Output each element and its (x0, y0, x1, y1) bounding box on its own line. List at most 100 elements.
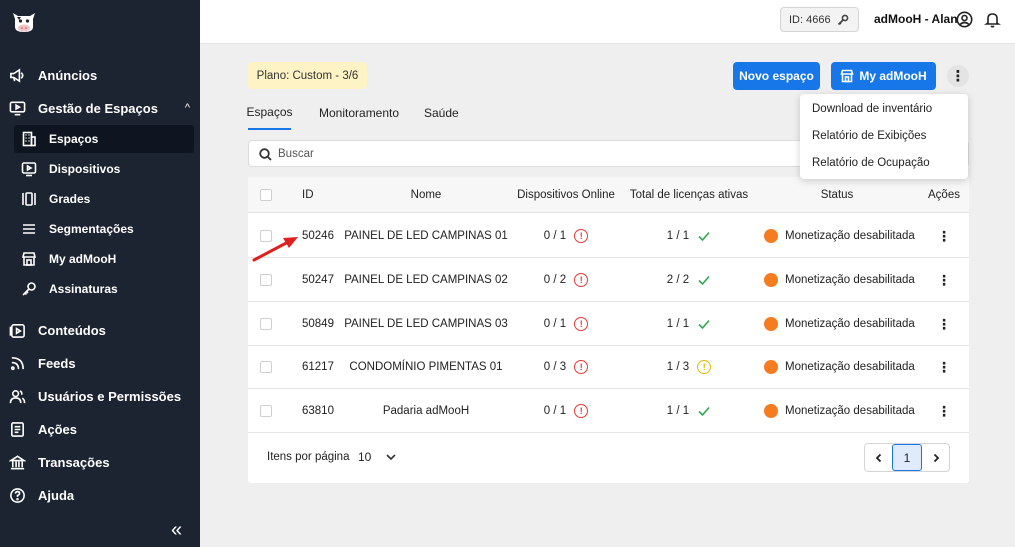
sidebar-subitem-label: My adMooH (49, 252, 117, 266)
sidebar-item-label: Ajuda (38, 487, 75, 503)
menu-item-download-inventario[interactable]: Download de inventário (812, 103, 932, 115)
current-page-button[interactable]: 1 (892, 444, 922, 471)
cell-licencas: 1 / 3! (628, 345, 750, 389)
tab-monitoramento[interactable]: Monitoramento (319, 96, 399, 130)
user-circle-icon[interactable] (956, 11, 973, 28)
menu-item-relatorio-ocupacao[interactable]: Relatório de Ocupação (812, 157, 930, 169)
row-checkbox[interactable] (260, 361, 272, 373)
select-all-checkbox[interactable] (260, 189, 272, 201)
status-dot-icon (764, 404, 778, 418)
cell-status: Monetização desabilitada (764, 214, 915, 258)
row-actions-icon[interactable]: ⋮ (937, 403, 951, 420)
sidebar-item-transacoes[interactable]: Transações (0, 448, 200, 476)
search-input[interactable] (278, 145, 678, 163)
store-icon (21, 251, 37, 267)
monitor-play-icon (8, 99, 26, 117)
column-header-nome[interactable]: Nome (348, 177, 504, 213)
sidebar-subitem-dispositivos[interactable]: Dispositivos (14, 155, 194, 183)
chevron-left-icon (875, 453, 881, 462)
table-row[interactable]: 61217 CONDOMÍNIO PIMENTAS 01 0 / 3! 1 / … (248, 345, 969, 389)
sidebar-subitem-my-admooh[interactable]: My adMooH (14, 245, 194, 273)
check-icon (697, 273, 711, 287)
sidebar-item-acoes[interactable]: Ações (0, 415, 200, 443)
sidebar-subitem-label: Assinaturas (49, 282, 118, 296)
row-checkbox[interactable] (260, 274, 272, 286)
search-icon (259, 148, 272, 161)
column-header-status[interactable]: Status (758, 177, 916, 213)
sidebar-subitem-espacos[interactable]: Espaços (14, 125, 194, 153)
row-actions-icon[interactable]: ⋮ (937, 228, 951, 245)
key-icon (837, 14, 849, 26)
sidebar-subitem-label: Grades (49, 192, 91, 206)
online-count: 0 / 1 (543, 318, 567, 330)
online-count: 0 / 1 (543, 405, 567, 417)
my-admooh-button[interactable]: My adMooH (831, 62, 936, 90)
sidebar-item-ajuda[interactable]: Ajuda (0, 481, 200, 509)
tab-saude[interactable]: Saúde (424, 96, 459, 130)
help-icon (8, 486, 26, 504)
table-row[interactable]: 50247 PAINEL DE LED CAMPINAS 02 0 / 2! 2… (248, 258, 969, 302)
sidebar-item-conteudos[interactable]: Conteúdos (0, 316, 200, 344)
user-name[interactable]: adMooH - Alan (874, 12, 958, 26)
table-row[interactable]: 50246 PAINEL DE LED CAMPINAS 01 0 / 1! 1… (248, 214, 969, 258)
table-row[interactable]: 50849 PAINEL DE LED CAMPINAS 03 0 / 1! 1… (248, 302, 969, 346)
device-icon (21, 161, 37, 177)
cell-licencas: 1 / 1 (628, 389, 750, 433)
alert-circle-icon: ! (574, 273, 589, 287)
alert-circle-icon: ! (574, 229, 589, 243)
megaphone-icon (8, 66, 26, 84)
sidebar-item-gestao-de-espacos[interactable]: Gestão de Espaços ^ (0, 94, 200, 122)
cell-acoes: ⋮ (923, 302, 965, 346)
cell-nome: PAINEL DE LED CAMPINAS 03 (344, 318, 508, 330)
sidebar-subitem-label: Espaços (49, 132, 99, 146)
table-row[interactable]: 63810 Padaria adMooH 0 / 1! 1 / 1 Moneti… (248, 389, 969, 433)
cell-acoes: ⋮ (923, 345, 965, 389)
cell-online: 0 / 1! (514, 302, 618, 346)
cell-status: Monetização desabilitada (764, 389, 915, 433)
row-actions-icon[interactable]: ⋮ (937, 359, 951, 376)
chevron-down-icon (386, 454, 396, 461)
sidebar-item-feeds[interactable]: Feeds (0, 349, 200, 377)
status-dot-icon (764, 360, 778, 374)
bell-icon[interactable] (984, 11, 1001, 28)
menu-item-relatorio-exibicoes[interactable]: Relatório de Exibições (812, 130, 926, 142)
row-actions-icon[interactable]: ⋮ (937, 316, 951, 333)
cell-status: Monetização desabilitada (764, 302, 915, 346)
sidebar-item-anuncios[interactable]: Anúncios (0, 61, 200, 89)
column-header-dispositivos-online[interactable]: Dispositivos Online (514, 177, 618, 213)
column-header-licencas[interactable]: Total de licenças ativas (628, 177, 750, 213)
sidebar-item-label: Gestão de Espaços (38, 100, 158, 116)
next-page-button[interactable] (922, 444, 949, 471)
check-icon (697, 404, 711, 418)
previous-page-button[interactable] (865, 444, 892, 471)
alert-circle-icon: ! (574, 360, 589, 374)
sidebar-item-usuarios[interactable]: Usuários e Permissões (0, 382, 200, 410)
sidebar-subitem-grades[interactable]: Grades (14, 185, 194, 213)
cell-nome: PAINEL DE LED CAMPINAS 01 (344, 230, 508, 242)
tab-espacos[interactable]: Espaços (246, 96, 293, 130)
chevron-right-icon (933, 453, 939, 462)
cow-logo-icon[interactable] (10, 8, 38, 34)
column-header-id[interactable]: ID (302, 177, 314, 213)
account-id-box[interactable]: ID: 4666 (780, 7, 859, 32)
row-checkbox[interactable] (260, 318, 272, 330)
annotation-arrow-icon (252, 237, 298, 262)
status-dot-icon (764, 273, 778, 287)
chevron-up-icon[interactable]: ^ (185, 102, 190, 114)
spaces-table: ID Nome Dispositivos Online Total de lic… (248, 177, 969, 483)
sidebar-item-label: Anúncios (38, 67, 98, 83)
rss-icon (8, 354, 26, 372)
play-square-icon (8, 321, 26, 339)
sidebar-subitem-assinaturas[interactable]: Assinaturas (14, 275, 194, 303)
row-checkbox[interactable] (260, 405, 272, 417)
items-per-page-select[interactable]: 10 (358, 444, 397, 470)
cell-online: 0 / 1! (514, 214, 618, 258)
collapse-sidebar-icon[interactable]: « (171, 519, 182, 542)
more-options-button[interactable]: ⋮ (947, 65, 969, 87)
online-count: 0 / 1 (543, 230, 567, 242)
items-per-page-value: 10 (358, 450, 372, 464)
sidebar-subitem-segmentacoes[interactable]: Segmentações (14, 215, 194, 243)
row-actions-icon[interactable]: ⋮ (937, 272, 951, 289)
status-text: Monetização desabilitada (785, 274, 915, 286)
new-space-button[interactable]: Novo espaço (733, 62, 820, 90)
